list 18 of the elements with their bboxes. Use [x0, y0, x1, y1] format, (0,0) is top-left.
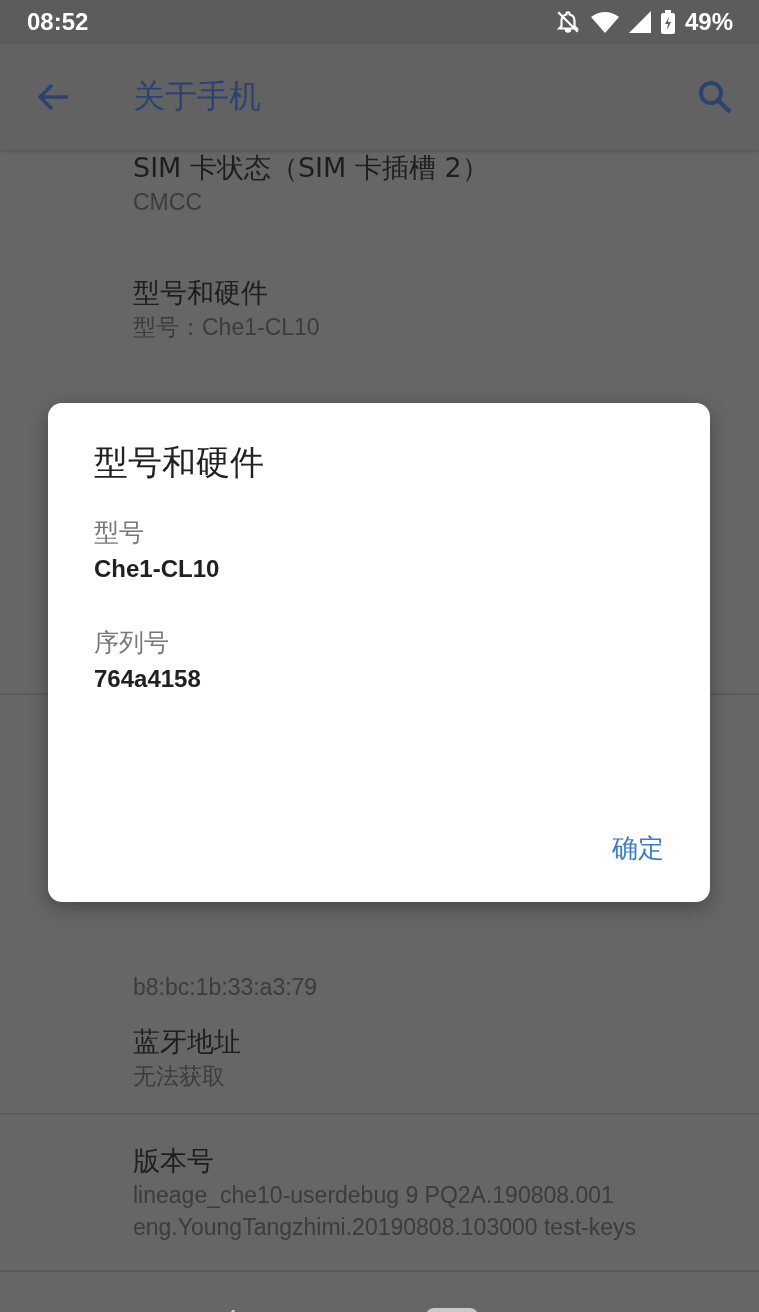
field-value: 764a4158 [94, 664, 202, 694]
wifi-icon [590, 11, 619, 33]
dialog-title: 型号和硬件 [94, 441, 265, 484]
battery-percent: 49% [684, 8, 733, 36]
ok-button[interactable]: 确定 [604, 823, 672, 874]
notifications-off-icon [554, 9, 581, 35]
item-title: 蓝牙地址 [133, 1025, 242, 1059]
field-value: Che1-CL10 [94, 554, 221, 584]
field-label: 型号 [94, 517, 145, 549]
search-icon[interactable] [697, 79, 733, 115]
item-title: 型号和硬件 [133, 276, 269, 310]
battery-icon [660, 10, 675, 34]
back-arrow-icon[interactable] [36, 82, 70, 112]
item-title: SIM 卡状态（SIM 卡插槽 2） [133, 151, 490, 185]
field-label: 序列号 [94, 627, 170, 659]
item-title: 版本号 [133, 1143, 215, 1178]
status-time: 08:52 [27, 8, 89, 36]
signal-icon [628, 11, 651, 33]
